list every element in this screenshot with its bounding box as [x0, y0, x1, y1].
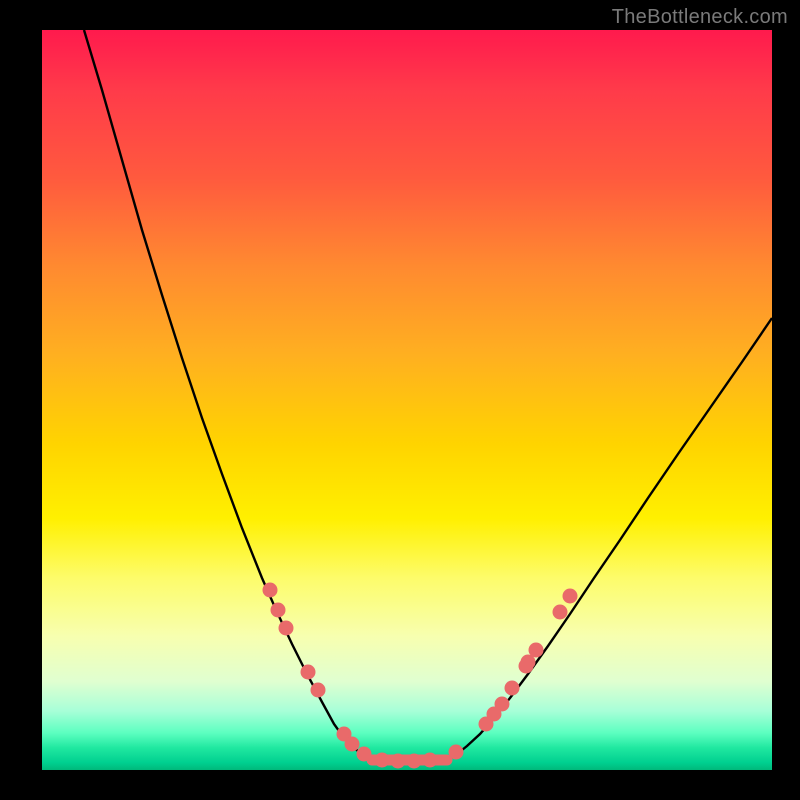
- data-marker: [271, 603, 286, 618]
- data-marker: [449, 745, 464, 760]
- data-marker: [505, 681, 520, 696]
- data-marker: [311, 683, 326, 698]
- data-marker: [391, 754, 406, 769]
- data-marker: [279, 621, 294, 636]
- data-marker: [407, 754, 422, 769]
- data-markers: [263, 583, 578, 769]
- data-marker: [423, 753, 438, 768]
- chart-frame: TheBottleneck.com: [0, 0, 800, 800]
- chart-svg: [42, 30, 772, 770]
- data-marker: [301, 665, 316, 680]
- right-response-curve: [447, 318, 772, 760]
- data-marker: [345, 737, 360, 752]
- data-marker: [553, 605, 568, 620]
- data-marker: [375, 753, 390, 768]
- data-marker: [263, 583, 278, 598]
- watermark-text: TheBottleneck.com: [612, 6, 788, 29]
- plot-area: [42, 30, 772, 770]
- data-marker: [495, 697, 510, 712]
- data-marker: [529, 643, 544, 658]
- data-marker: [357, 747, 372, 762]
- left-response-curve: [84, 30, 372, 760]
- data-marker: [563, 589, 578, 604]
